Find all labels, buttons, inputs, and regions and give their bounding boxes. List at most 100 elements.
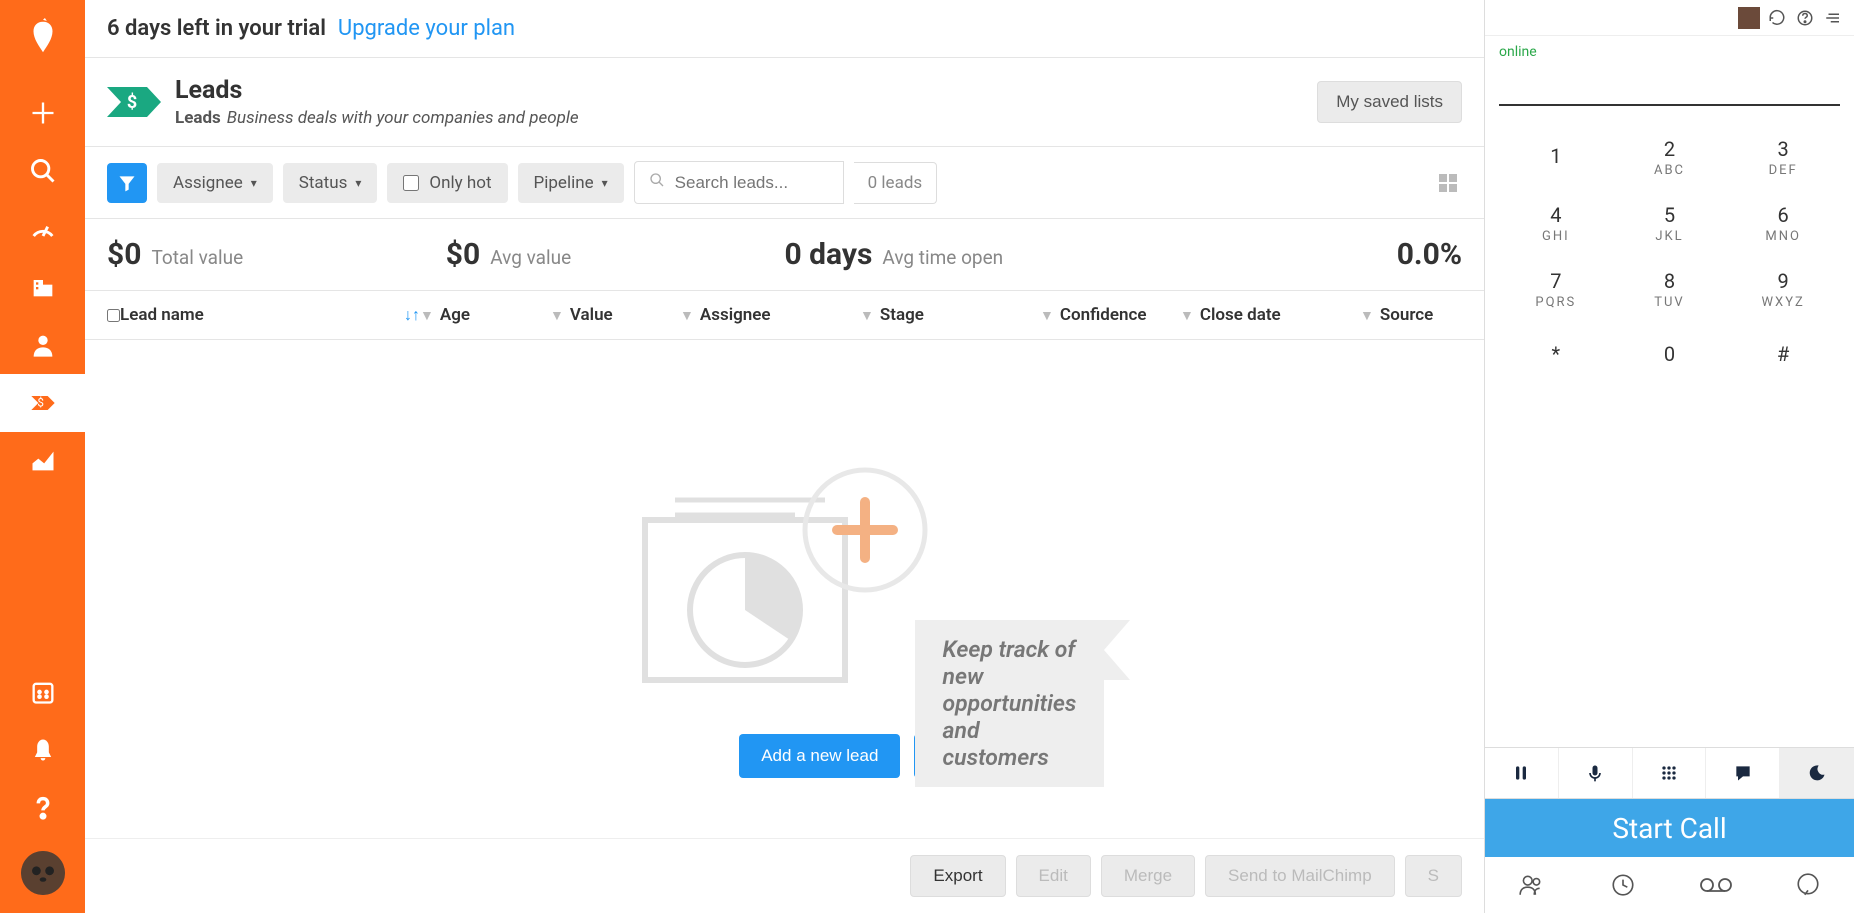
saved-lists-button[interactable]: My saved lists <box>1317 81 1462 123</box>
col-age[interactable]: ▼Age <box>420 305 550 325</box>
app-logo <box>24 18 62 56</box>
voicemail-icon[interactable] <box>1670 857 1762 913</box>
history-icon[interactable] <box>1577 857 1669 913</box>
svg-text:$: $ <box>127 92 137 113</box>
empty-message: Keep track of new opportunities and cust… <box>915 620 1105 787</box>
only-hot-checkbox[interactable] <box>403 175 419 191</box>
phone-bottom-nav <box>1485 857 1854 913</box>
dial-key-star[interactable]: * <box>1499 322 1613 388</box>
chevron-down-icon: ▾ <box>355 176 361 190</box>
trial-banner: 6 days left in your trial Upgrade your p… <box>85 0 1484 58</box>
empty-state: Keep track of new opportunities and cust… <box>85 340 1484 778</box>
chat-nav-icon[interactable] <box>1762 857 1854 913</box>
col-source[interactable]: ▼Source <box>1360 305 1480 325</box>
dial-key-3[interactable]: 3DEF <box>1726 124 1840 190</box>
merge-button[interactable]: Merge <box>1101 855 1195 897</box>
sidebar: $ <box>0 0 85 913</box>
user-avatar[interactable] <box>21 851 65 895</box>
phone-status: online <box>1485 36 1854 68</box>
chat-icon[interactable] <box>1706 748 1780 798</box>
pause-icon[interactable] <box>1485 748 1559 798</box>
dialpad: 1 2ABC 3DEF 4GHI 5JKL 6MNO 7PQRS 8TUV 9W… <box>1485 124 1854 388</box>
contacts-icon[interactable] <box>1485 857 1577 913</box>
nav-leads[interactable]: $ <box>0 374 85 432</box>
nav-people[interactable] <box>0 316 85 374</box>
dial-key-hash[interactable]: # <box>1726 322 1840 388</box>
view-grid-button[interactable] <box>1434 169 1462 197</box>
sort-icon: ↓↑ <box>404 305 420 325</box>
refresh-icon[interactable] <box>1766 7 1788 29</box>
dial-key-1[interactable]: 1 <box>1499 124 1613 190</box>
filter-bar: Assignee▾ Status▾ Only hot Pipeline▾ 0 l… <box>85 147 1484 219</box>
empty-illustration: Keep track of new opportunities and cust… <box>625 460 945 700</box>
dial-key-9[interactable]: 9WXYZ <box>1726 256 1840 322</box>
filter-icon: ▼ <box>1040 307 1054 324</box>
stats-row: $0Total value $0Avg value 0 daysAvg time… <box>85 219 1484 291</box>
only-hot-filter[interactable]: Only hot <box>387 163 507 203</box>
trial-days-text: 6 days left in your trial <box>107 16 326 41</box>
menu-icon[interactable] <box>1822 7 1844 29</box>
bottom-action-bar: Export Edit Merge Send to MailChimp S <box>85 838 1484 913</box>
add-lead-button[interactable]: Add a new lead <box>739 734 900 778</box>
leads-icon: $ <box>107 83 161 121</box>
chevron-down-icon: ▾ <box>602 176 608 190</box>
main-content: 6 days left in your trial Upgrade your p… <box>85 0 1484 913</box>
nav-notifications[interactable] <box>0 721 85 779</box>
dial-key-7[interactable]: 7PQRS <box>1499 256 1613 322</box>
nav-search[interactable] <box>0 142 85 200</box>
stat-avg-time: 0 daysAvg time open <box>785 237 1124 272</box>
col-lead-name[interactable]: Lead name↓↑ <box>120 305 420 325</box>
svg-text:$: $ <box>37 396 44 410</box>
dialpad-icon[interactable] <box>1633 748 1707 798</box>
nav-help[interactable] <box>0 779 85 837</box>
filter-icon: ▼ <box>420 307 434 324</box>
dial-key-8[interactable]: 8TUV <box>1613 256 1727 322</box>
dial-key-5[interactable]: 5JKL <box>1613 190 1727 256</box>
dial-key-4[interactable]: 4GHI <box>1499 190 1613 256</box>
start-call-button[interactable]: Start Call <box>1485 799 1854 857</box>
moon-icon[interactable] <box>1780 748 1854 798</box>
search-icon <box>649 172 665 193</box>
select-all-checkbox[interactable] <box>107 309 120 322</box>
nav-companies[interactable] <box>0 258 85 316</box>
dial-key-0[interactable]: 0 <box>1613 322 1727 388</box>
nav-add[interactable] <box>0 84 85 142</box>
nav-calendar[interactable] <box>0 663 85 721</box>
page-title: Leads <box>175 76 1317 106</box>
search-box <box>634 161 844 204</box>
search-input[interactable] <box>675 173 805 193</box>
filter-icon: ▼ <box>550 307 564 324</box>
col-assignee[interactable]: ▼Assignee <box>680 305 860 325</box>
col-value[interactable]: ▼Value <box>550 305 680 325</box>
col-confidence[interactable]: ▼Confidence <box>1040 305 1180 325</box>
nav-reports[interactable] <box>0 432 85 490</box>
more-button[interactable]: S <box>1405 855 1462 897</box>
phone-number-input[interactable] <box>1499 76 1840 106</box>
table-header: Lead name↓↑ ▼Age ▼Value ▼Assignee ▼Stage… <box>85 291 1484 340</box>
microphone-icon[interactable] <box>1559 748 1633 798</box>
export-button[interactable]: Export <box>910 855 1005 897</box>
assignee-filter[interactable]: Assignee▾ <box>157 163 273 203</box>
help-icon[interactable] <box>1794 7 1816 29</box>
col-close-date[interactable]: ▼Close date <box>1180 305 1360 325</box>
nav-dashboard[interactable] <box>0 200 85 258</box>
filter-icon: ▼ <box>860 307 874 324</box>
pipeline-filter[interactable]: Pipeline▾ <box>518 163 624 203</box>
chevron-down-icon: ▾ <box>251 176 257 190</box>
dial-key-2[interactable]: 2ABC <box>1613 124 1727 190</box>
page-subtitle: LeadsBusiness deals with your companies … <box>175 108 1317 128</box>
filter-toggle-button[interactable] <box>107 163 147 203</box>
phone-controls <box>1485 747 1854 799</box>
upgrade-link[interactable]: Upgrade your plan <box>338 16 515 41</box>
lead-count: 0 leads <box>854 162 938 204</box>
filter-icon: ▼ <box>1360 307 1374 324</box>
col-stage[interactable]: ▼Stage <box>860 305 1040 325</box>
stat-win-rate: 0.0% <box>1123 237 1462 272</box>
avatar-icon[interactable] <box>1738 7 1760 29</box>
edit-button[interactable]: Edit <box>1016 855 1091 897</box>
mailchimp-button[interactable]: Send to MailChimp <box>1205 855 1395 897</box>
phone-panel: online 1 2ABC 3DEF 4GHI 5JKL 6MNO 7PQRS … <box>1484 0 1854 913</box>
status-filter[interactable]: Status▾ <box>283 163 378 203</box>
dial-key-6[interactable]: 6MNO <box>1726 190 1840 256</box>
filter-icon: ▼ <box>680 307 694 324</box>
